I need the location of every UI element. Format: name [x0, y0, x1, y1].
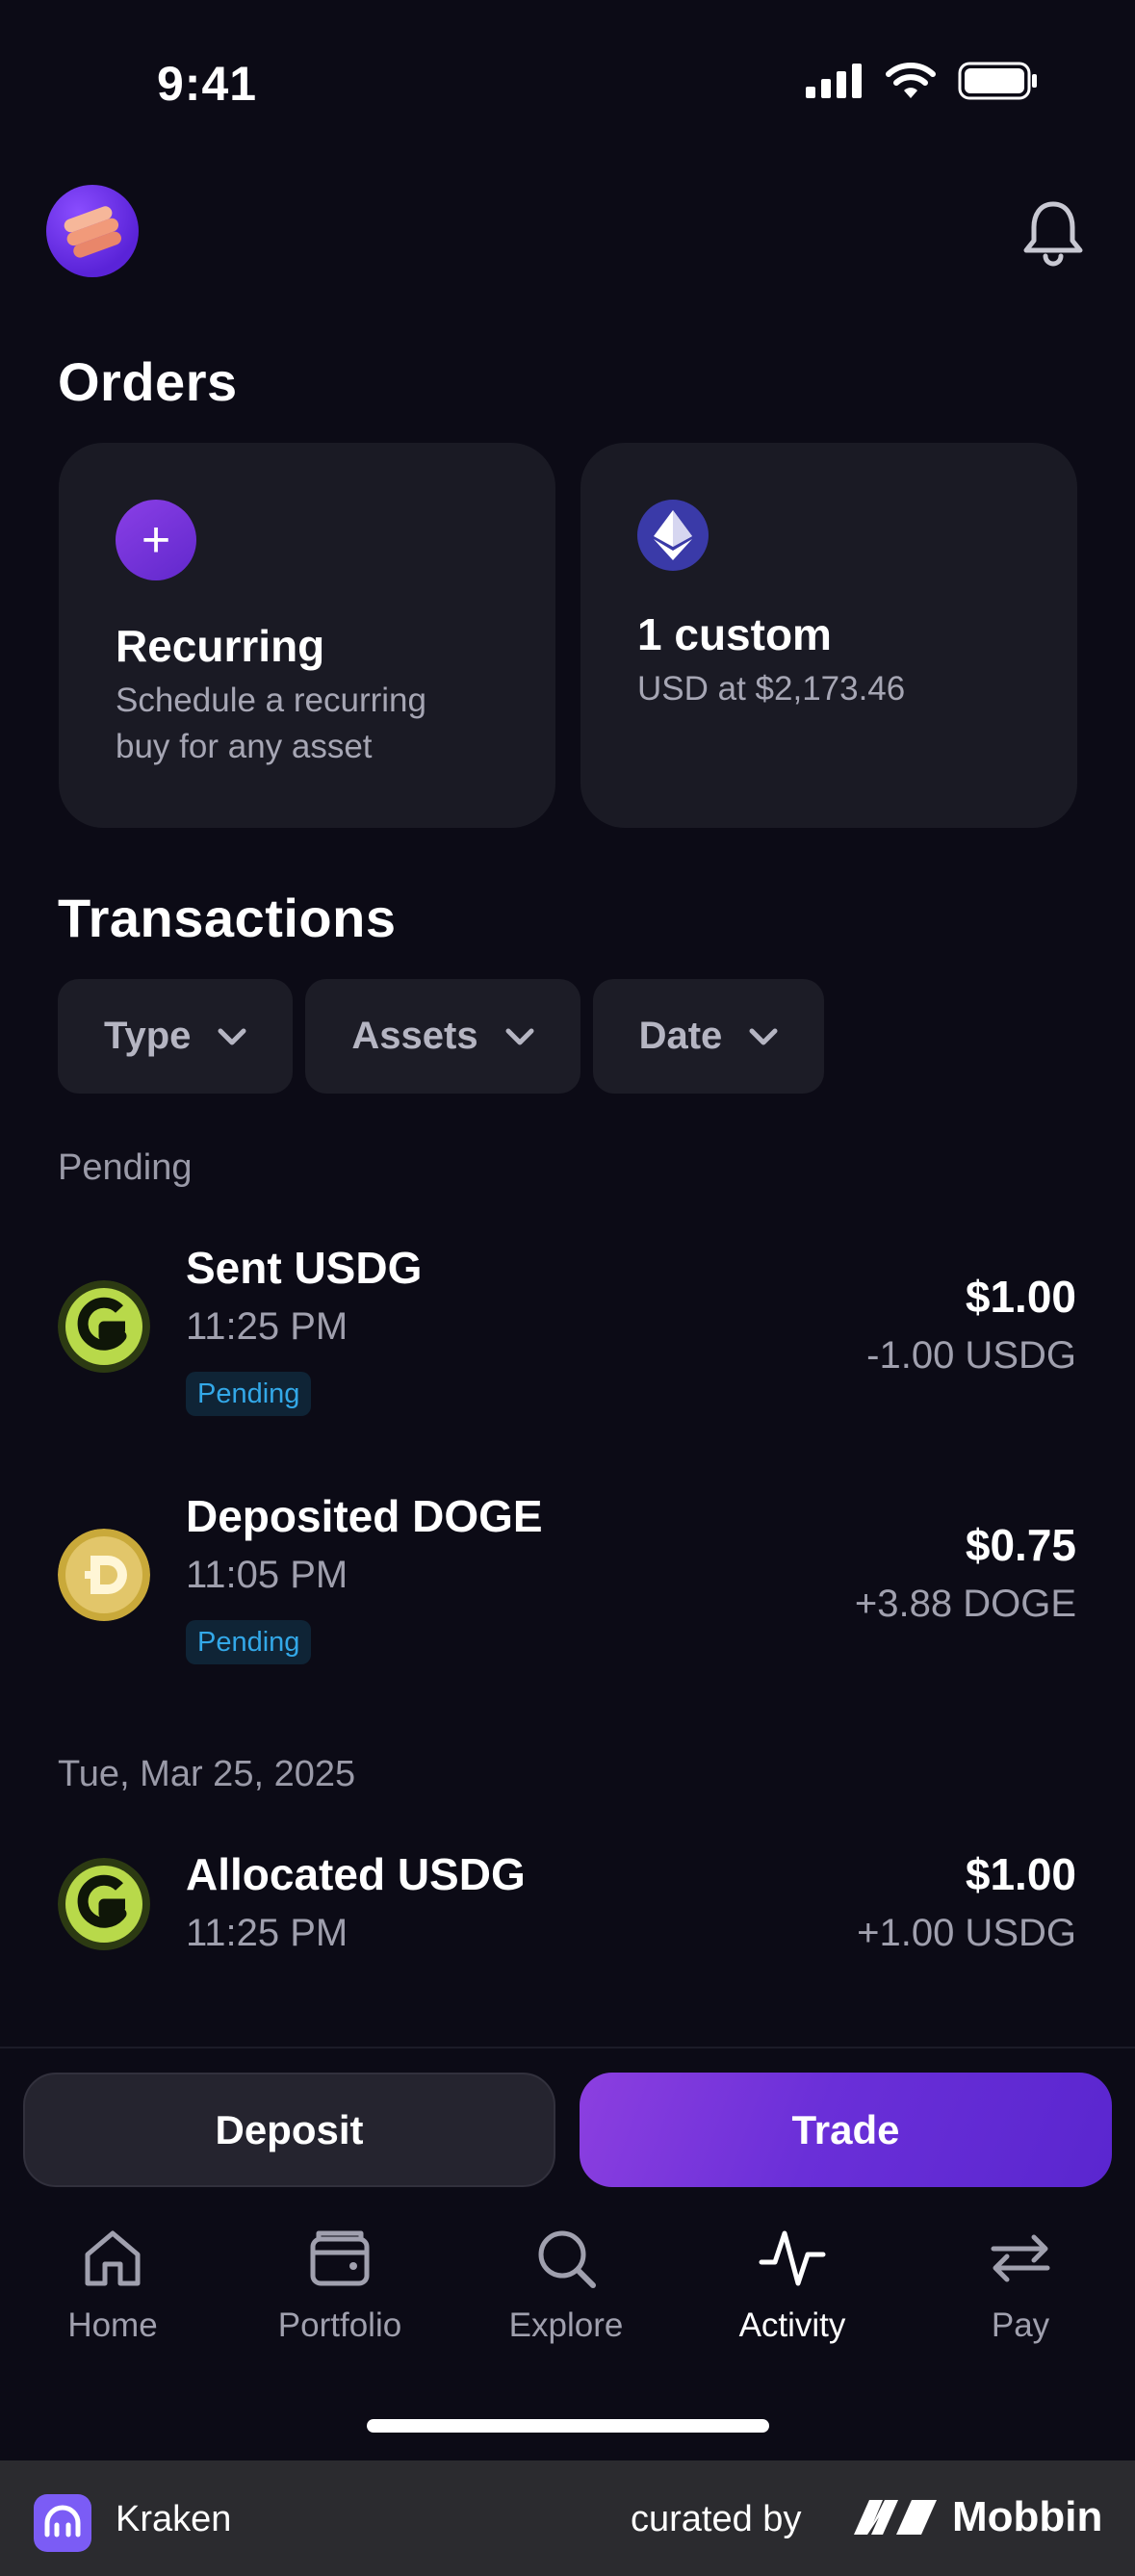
recurring-subtitle-line2: buy for any asset	[116, 728, 373, 765]
tab-portfolio-label: Portfolio	[277, 2306, 402, 2344]
tab-activity[interactable]: Activity	[701, 2224, 884, 2345]
status-badge: Pending	[186, 1620, 312, 1664]
status-bar: 9:41	[0, 0, 1135, 164]
transaction-row[interactable]: Sent USDG 11:25 PM Pending $1.00 -1.00 U…	[58, 1242, 1076, 1434]
recurring-subtitle-line1: Schedule a recurring	[116, 682, 426, 719]
transaction-asset-amount: -1.00 USDG	[866, 1334, 1076, 1377]
tab-portfolio[interactable]: Portfolio	[248, 2224, 431, 2345]
transaction-asset-amount: +1.00 USDG	[857, 1912, 1076, 1954]
deposit-button[interactable]: Deposit	[23, 2073, 555, 2187]
filter-date-label: Date	[638, 1015, 723, 1057]
home-indicator	[367, 2419, 769, 2433]
usdg-icon	[58, 1858, 150, 1950]
transaction-asset-amount: +3.88 DOGE	[854, 1583, 1076, 1625]
footer-app-name: Kraken	[116, 2499, 232, 2539]
mobbin-logo-icon	[854, 2500, 937, 2535]
transaction-time: 11:25 PM	[186, 1305, 348, 1348]
status-icons	[806, 62, 1039, 100]
transaction-amount: $1.00	[965, 1849, 1076, 1899]
plus-icon: +	[116, 500, 196, 580]
tab-activity-label: Activity	[738, 2306, 846, 2344]
filter-assets[interactable]: Assets	[305, 979, 580, 1094]
trade-button[interactable]: Trade	[580, 2073, 1112, 2187]
search-icon	[538, 2230, 596, 2288]
status-time: 9:41	[157, 57, 258, 111]
chevron-down-icon	[218, 1028, 246, 1044]
chevron-down-icon	[749, 1028, 778, 1044]
transaction-title: Sent USDG	[186, 1243, 423, 1293]
filter-type-label: Type	[104, 1015, 192, 1057]
recurring-order-card[interactable]: + Recurring Schedule a recurring buy for…	[59, 443, 555, 828]
status-badge: Pending	[186, 1372, 312, 1416]
home-icon	[85, 2230, 141, 2286]
stacked-coins-icon	[64, 206, 121, 258]
footer-curated-by: curated by	[631, 2499, 802, 2539]
doge-icon	[58, 1529, 150, 1621]
kraken-logo-icon	[34, 2494, 91, 2552]
transaction-title: Deposited DOGE	[186, 1491, 543, 1541]
recurring-title: Recurring	[116, 621, 325, 671]
orders-title: Orders	[58, 351, 238, 412]
usdg-icon	[58, 1280, 150, 1373]
transactions-title: Transactions	[58, 888, 397, 948]
tab-pay-label: Pay	[991, 2306, 1050, 2344]
divider	[0, 2047, 1135, 2048]
custom-order-card[interactable]: 1 custom USD at $2,173.46	[580, 443, 1077, 828]
tab-home[interactable]: Home	[21, 2224, 204, 2345]
transaction-title: Allocated USDG	[186, 1849, 526, 1899]
filter-type[interactable]: Type	[58, 979, 294, 1094]
tab-bar: Home Portfolio Explore Activity Pay	[0, 2224, 1135, 2378]
bell-icon[interactable]	[1020, 198, 1086, 268]
custom-order-subtitle: USD at $2,173.46	[637, 670, 906, 708]
activity-icon	[759, 2230, 826, 2286]
transaction-row[interactable]: Deposited DOGE 11:05 PM Pending $0.75 +3…	[58, 1490, 1076, 1683]
cellular-signal-icon	[806, 64, 862, 98]
battery-icon	[958, 62, 1037, 100]
transfer-arrows-icon	[991, 2234, 1050, 2282]
avatar[interactable]	[46, 185, 139, 277]
tab-pay[interactable]: Pay	[929, 2224, 1112, 2345]
transaction-time: 11:05 PM	[186, 1554, 348, 1596]
wallet-icon	[310, 2230, 370, 2286]
footer-brand-name: Mobbin	[952, 2493, 1103, 2540]
transaction-row[interactable]: Allocated USDG 11:25 PM $1.00 +1.00 USDG	[58, 1848, 1076, 1973]
group-label-pending: Pending	[58, 1147, 193, 1188]
transaction-time: 11:25 PM	[186, 1912, 348, 1954]
transaction-filters: Type Assets Date	[58, 979, 825, 1094]
custom-order-title: 1 custom	[637, 609, 832, 659]
group-label-date: Tue, Mar 25, 2025	[58, 1754, 356, 1794]
footer-brand: Mobbin	[852, 2493, 1102, 2541]
wifi-icon	[886, 63, 936, 98]
tab-explore-label: Explore	[508, 2306, 624, 2344]
tab-explore[interactable]: Explore	[475, 2224, 658, 2345]
transaction-amount: $0.75	[965, 1520, 1076, 1570]
tab-home-label: Home	[67, 2306, 158, 2344]
ethereum-icon	[637, 500, 709, 571]
transaction-amount: $1.00	[965, 1272, 1076, 1322]
filter-date[interactable]: Date	[592, 979, 825, 1094]
chevron-down-icon	[505, 1028, 534, 1044]
filter-assets-label: Assets	[351, 1015, 478, 1057]
